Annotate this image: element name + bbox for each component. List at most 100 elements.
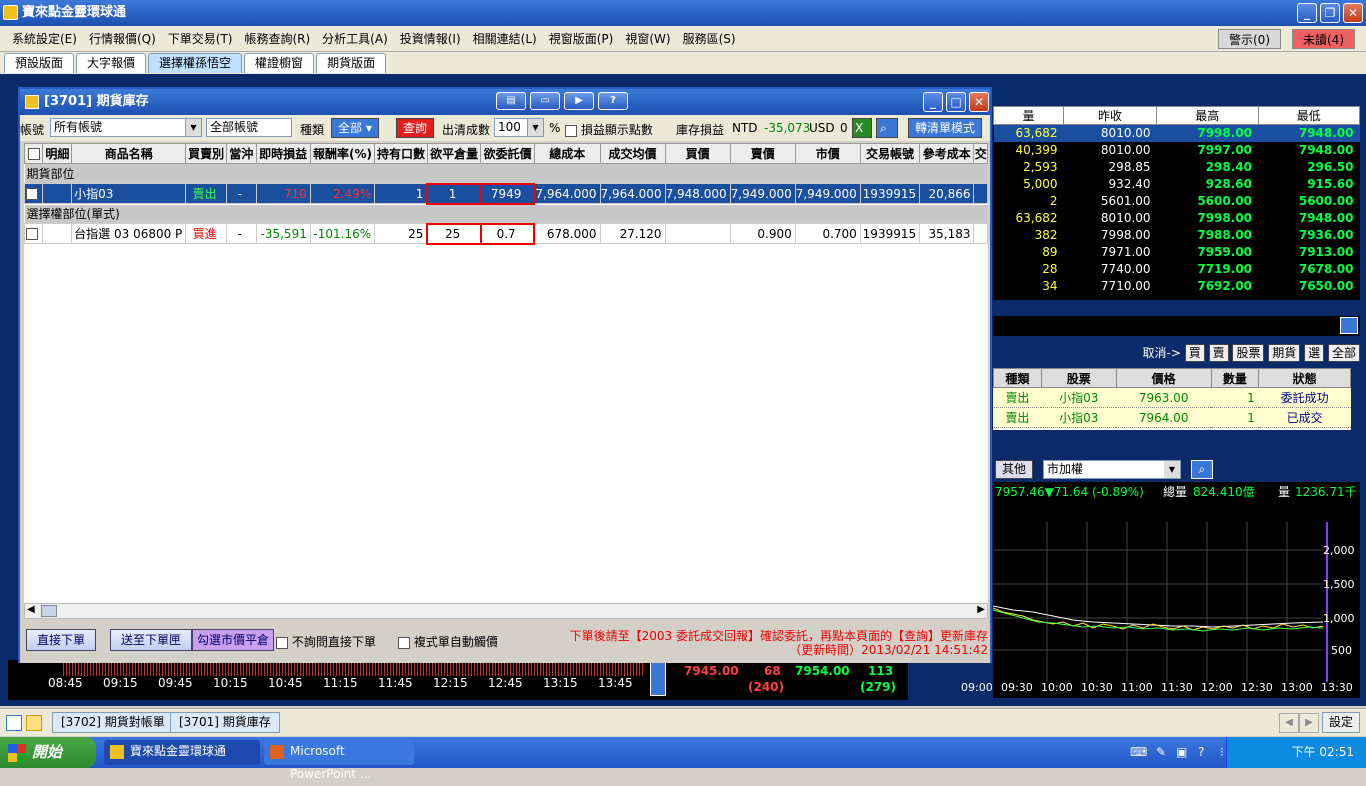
excel-icon[interactable]: X (852, 118, 872, 138)
chevron-down-icon[interactable]: ▼ (527, 119, 543, 136)
row-detail[interactable] (42, 223, 73, 244)
account-all-field[interactable]: 全部帳號 (206, 118, 292, 137)
table-row[interactable]: 5,000 932.40 928.60 915.60 (994, 176, 1360, 193)
table-row[interactable]: 63,682 8010.00 7998.00 7948.00 (993, 124, 1360, 142)
clear-ratio-select[interactable]: 100 ▼ (494, 118, 544, 137)
checkbox-icon[interactable] (398, 636, 410, 649)
horizontal-scrollbar[interactable]: ◀ ▶ (24, 603, 988, 619)
tab-options[interactable]: 選擇權孫悟空 (148, 53, 243, 73)
table-row[interactable]: 台指選 03 06800 P 買進 - -35,591 -101.16% 25 … (24, 222, 988, 245)
minimize-icon[interactable]: _ (1297, 3, 1317, 23)
close-qty-input[interactable]: 25 (426, 222, 482, 245)
tab-big-quote[interactable]: 大字報價 (76, 53, 147, 73)
market-select[interactable]: 市加權 ▼ (1043, 460, 1181, 479)
prev-window-icon[interactable]: ◀ (1279, 713, 1299, 733)
scroll-left-icon[interactable]: ◀ (27, 604, 35, 615)
dialog-maximize-icon[interactable]: □ (946, 92, 966, 112)
search-icon[interactable]: ⌕ (876, 118, 898, 138)
auto-trigger-checkbox[interactable]: 複式單自動觸價 (398, 633, 498, 650)
menu-window[interactable]: 視窗(W) (619, 26, 676, 52)
tab-default[interactable]: 預設版面 (4, 53, 75, 73)
menu-trade[interactable]: 下單交易(T) (162, 26, 239, 52)
checkbox-icon[interactable] (27, 148, 40, 160)
dialog-minimize-icon[interactable]: _ (923, 92, 943, 112)
table-row[interactable]: 賣出 小指03 7963.00 1 委託成功 (993, 387, 1351, 408)
table-row[interactable]: 40,399 8010.00 7997.00 7948.00 (994, 142, 1360, 159)
chevron-down-icon[interactable]: ▼ (1164, 461, 1180, 478)
checkbox-icon[interactable] (565, 124, 577, 137)
table-row[interactable]: 63,682 8010.00 7998.00 7948.00 (994, 210, 1360, 227)
tick-scroll-handle[interactable] (650, 662, 666, 696)
pl-points-checkbox[interactable]: 損益顯示點數 (565, 121, 653, 138)
row-detail[interactable] (42, 183, 73, 204)
other-button[interactable]: 其他 (995, 460, 1034, 479)
filter-stock-button[interactable]: 股票 (1232, 344, 1265, 362)
menu-system[interactable]: 系統設定(E) (6, 26, 83, 52)
ime-icon[interactable]: ⁝ (1220, 745, 1224, 759)
dialog-close-icon[interactable]: ✕ (969, 92, 989, 112)
tool-icon[interactable]: ✎ (1156, 745, 1166, 759)
menu-links[interactable]: 相關連結(L) (467, 26, 543, 52)
order-price-input[interactable]: 0.7 (479, 222, 536, 245)
panel-minimize-icon[interactable] (1340, 317, 1358, 334)
folder-icon[interactable] (26, 715, 42, 731)
list-mode-button[interactable]: 轉清單模式 (908, 118, 983, 138)
alert-button[interactable]: 警示(0) (1218, 29, 1281, 49)
row-checkbox[interactable] (24, 223, 44, 244)
scroll-thumb[interactable] (41, 605, 57, 617)
no-ask-checkbox[interactable]: 不詢問直接下單 (276, 633, 376, 650)
table-row[interactable]: 382 7998.00 7988.00 7936.00 (994, 227, 1360, 244)
settings-button[interactable]: 設定 (1322, 712, 1361, 733)
query-button[interactable]: 查詢 (396, 118, 435, 138)
table-row[interactable]: 賣出 小指03 7964.00 1 已成交 (993, 407, 1351, 428)
window-tab-3701[interactable]: [3701] 期貨庫存 (170, 712, 280, 733)
close-icon[interactable]: ✕ (1343, 3, 1363, 23)
search-icon[interactable]: ⌕ (1191, 460, 1213, 479)
next-window-icon[interactable]: ▶ (1299, 713, 1319, 733)
order-price-input[interactable]: 7949 (479, 182, 536, 205)
restore-icon[interactable]: ❐ (1320, 3, 1340, 23)
video-icon[interactable]: ▶ (564, 92, 594, 110)
checkbox-icon[interactable] (26, 188, 39, 200)
menu-account[interactable]: 帳務查詢(R) (238, 26, 316, 52)
market-close-button[interactable]: 勾選市價平倉 (192, 629, 275, 651)
menu-layout[interactable]: 視窗版面(P) (543, 26, 620, 52)
table-row[interactable]: 2 5601.00 5600.00 5600.00 (994, 193, 1360, 210)
task-powerpoint[interactable]: Microsoft PowerPoint ... (264, 740, 414, 781)
select-all-checkbox[interactable] (24, 143, 44, 164)
keyboard-icon[interactable]: ⌨ (1130, 745, 1147, 759)
chevron-down-icon[interactable]: ▼ (185, 119, 201, 136)
filter-options-button[interactable]: 選 (1304, 344, 1325, 362)
tab-futures[interactable]: 期貨版面 (316, 53, 387, 73)
table-row[interactable]: 小指03 賣出 - 710 2.49% 1 1 7949 7,964.000 7… (24, 182, 988, 205)
window-icon[interactable]: ▭ (530, 92, 560, 110)
start-button[interactable]: 開始 (0, 737, 96, 768)
task-app[interactable]: 寶來點金靈環球通 (104, 740, 260, 765)
send-to-order-box-button[interactable]: 送至下單匣 (110, 629, 193, 651)
filter-all-button[interactable]: 全部 (1327, 344, 1360, 362)
help-icon[interactable]: ? (1198, 745, 1204, 759)
chat-icon[interactable]: ▣ (1176, 745, 1187, 759)
scroll-right-icon[interactable]: ▶ (977, 604, 985, 615)
menu-info[interactable]: 投資情報(I) (394, 26, 467, 52)
help-icon[interactable]: ? (598, 92, 628, 110)
filter-futures-button[interactable]: 期貨 (1268, 344, 1301, 362)
filter-buy-button[interactable]: 買 (1184, 344, 1205, 362)
table-row[interactable]: 28 7740.00 7719.00 7678.00 (994, 261, 1360, 278)
table-row[interactable]: 34 7710.00 7692.00 7650.00 (994, 278, 1360, 295)
checkbox-icon[interactable] (26, 228, 39, 240)
menu-service[interactable]: 服務區(S) (677, 26, 742, 52)
tab-warrants[interactable]: 權證櫥窗 (244, 53, 315, 73)
checkbox-icon[interactable] (276, 636, 288, 649)
menu-analysis[interactable]: 分析工具(A) (316, 26, 394, 52)
tile-window-icon[interactable] (6, 715, 22, 731)
layout-icon[interactable]: ▤ (496, 92, 526, 110)
account-select[interactable]: 所有帳號 ▼ (50, 118, 202, 137)
row-checkbox[interactable] (24, 183, 44, 204)
unread-button[interactable]: 未讀(4) (1292, 29, 1355, 49)
table-row[interactable]: 2,593 298.85 298.40 296.50 (994, 159, 1360, 176)
direct-order-button[interactable]: 直接下單 (26, 629, 97, 651)
window-tab-3702[interactable]: [3702] 期貨對帳單 (52, 712, 174, 733)
table-row[interactable]: 89 7971.00 7959.00 7913.00 (994, 244, 1360, 261)
close-qty-input[interactable]: 1 (426, 182, 482, 205)
